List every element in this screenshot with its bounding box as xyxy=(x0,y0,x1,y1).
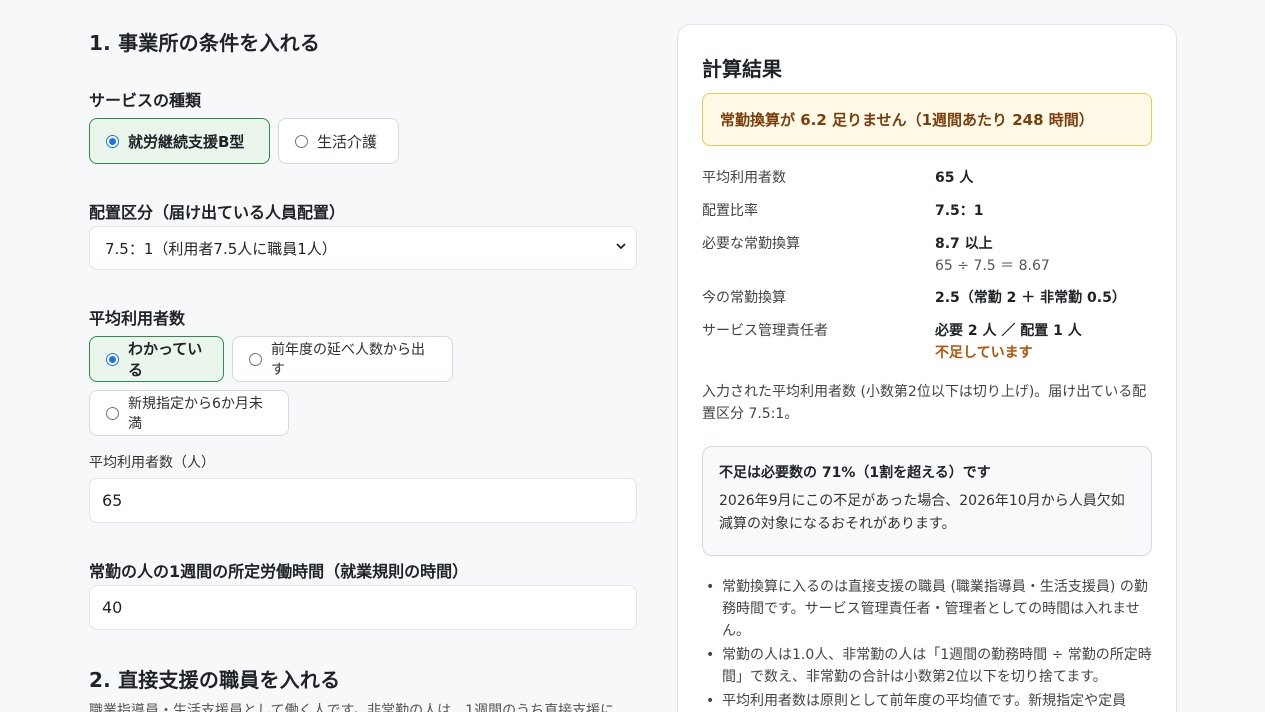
radio-unchecked-icon xyxy=(295,134,308,148)
input-note: 入力された平均利用者数 (小数第2位以下は切り上げ)。届け出ている配置区分 7.… xyxy=(702,384,1147,422)
avg-users-key: 平均利用者数 xyxy=(702,170,786,186)
hours-label: 常勤の人の1週間の所定労働時間（就業規則の時間） xyxy=(89,562,469,581)
avg-users-input-label: 平均利用者数（人） xyxy=(89,455,215,471)
current-key: 今の常勤換算 xyxy=(702,290,786,306)
ratio-value: 7.5：1 xyxy=(935,203,984,219)
service-option-b-type[interactable]: 就労継続支援B型 xyxy=(89,118,270,164)
radio-unchecked-icon xyxy=(106,406,119,420)
notes-list: 常勤換算に入るのは直接支援の職員 (職業指導員・生活支援員) の勤務時間です。サ… xyxy=(702,576,1152,712)
shortage-alert: 常勤換算が 6.2 足りません（1週間あたり 248 時間） xyxy=(702,93,1152,146)
manager-key: サービス管理責任者 xyxy=(702,323,828,339)
avg-users-value: 65 人 xyxy=(935,170,974,186)
required-value: 8.7 以上 xyxy=(935,236,993,252)
manager-status: 不足しています xyxy=(935,345,1033,361)
hours-input[interactable]: 40 xyxy=(89,585,637,630)
radio-unchecked-icon xyxy=(249,352,262,366)
avg-users-option-calc[interactable]: 前年度の延べ人数から出す xyxy=(232,336,453,382)
placement-label: 配置区分（届け出ている人員配置） xyxy=(89,203,346,222)
chevron-down-icon xyxy=(616,243,626,250)
radio-checked-icon xyxy=(106,352,119,366)
section2-heading: 2. 直接支援の職員を入れる xyxy=(89,668,341,692)
list-item: 平均利用者数は原則として前年度の平均値です。新規指定や定員 xyxy=(702,690,1152,712)
radio-checked-icon xyxy=(106,134,119,148)
avg-users-option-known[interactable]: わかっている xyxy=(89,336,224,382)
reduction-title: 不足は必要数の 71%（1割を超える）です xyxy=(719,465,991,481)
result-panel: 計算結果 常勤換算が 6.2 足りません（1週間あたり 248 時間） 平均利用… xyxy=(677,24,1177,712)
section1-heading: 1. 事業所の条件を入れる xyxy=(89,31,321,55)
placement-select[interactable]: 7.5：1（利用者7.5人に職員1人） xyxy=(89,226,637,270)
reduction-body: 2026年9月にこの不足があった場合、2026年10月から人員欠如減算の対象にな… xyxy=(719,493,1125,532)
reduction-box: 不足は必要数の 71%（1割を超える）です 2026年9月にこの不足があった場合… xyxy=(702,446,1152,556)
required-formula: 65 ÷ 7.5 ＝ 8.67 xyxy=(935,258,1050,274)
ratio-key: 配置比率 xyxy=(702,203,758,219)
result-title: 計算結果 xyxy=(702,57,782,81)
service-option-life-care[interactable]: 生活介護 xyxy=(278,118,399,164)
avg-users-input[interactable]: 65 xyxy=(89,478,637,523)
required-key: 必要な常勤換算 xyxy=(702,236,800,252)
list-item: 常勤の人は1.0人、非常勤の人は「1週間の勤務時間 ÷ 常勤の所定時間」で数え、… xyxy=(702,644,1152,688)
avg-users-option-new[interactable]: 新規指定から6か月未満 xyxy=(89,390,289,436)
section2-description: 職業指導員・生活支援員として働く人です。非常勤の人は、1週間のうち直接支援に xyxy=(89,703,615,712)
list-item: 常勤換算に入るのは直接支援の職員 (職業指導員・生活支援員) の勤務時間です。サ… xyxy=(702,576,1152,642)
service-type-label: サービスの種類 xyxy=(89,91,202,110)
avg-users-label: 平均利用者数 xyxy=(89,309,186,328)
current-value: 2.5（常勤 2 ＋ 非常勤 0.5） xyxy=(935,290,1126,306)
manager-value: 必要 2 人 ／ 配置 1 人 xyxy=(935,323,1082,339)
